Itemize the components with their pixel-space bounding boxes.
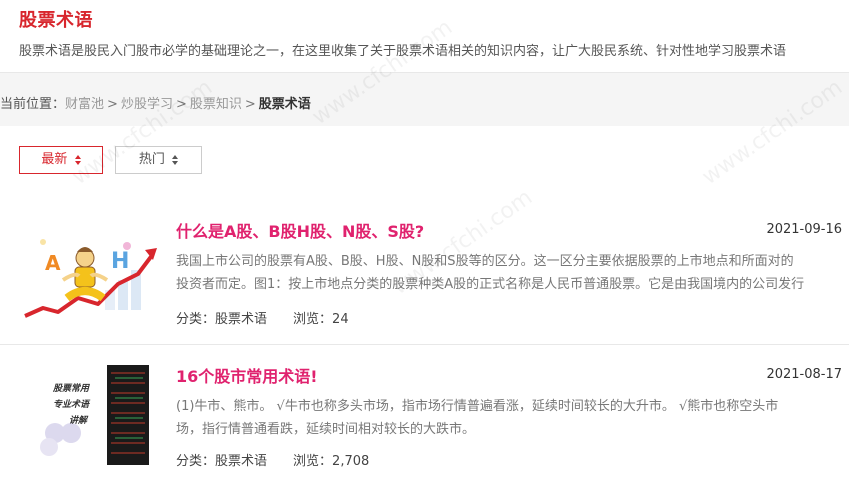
article-summary: (1)牛市、熊市。 √牛市也称多头市场，指市场行情普遍看涨，延续时间较长的大升市… [176,395,840,441]
sort-hot-button[interactable]: 热门 [115,146,202,174]
article-date: 2021-08-17 [766,367,842,382]
thumb-text-line: 讲解 [69,415,89,426]
views-count: 24 [332,312,349,327]
article-summary-line: 场，指行情普通看跌，延续时间相对较长的大跌市。 [176,422,476,437]
views-count: 2,708 [332,454,370,469]
article-date: 2021-09-16 [766,222,842,237]
stock-chart-thumbnail-icon: A H [23,220,157,326]
article-summary-line: 投资者而定。图1：按上市地点分类的股票种类A股的正式名称是人民币普通股票。它是由… [176,277,805,292]
article-title-link[interactable]: 什么是A股、B股H股、N股、S股? [176,218,424,242]
letter-h-icon: H [111,249,129,274]
article-summary-line: (1)牛市、熊市。 √牛市也称多头市场，指市场行情普遍看涨，延续时间较长的大升市… [176,399,779,414]
article-summary-line: 我国上市公司的股票有A股、B股、H股、N股和S股等的区分。这一区分主要依据股票的… [176,254,794,269]
letter-a-icon: A [45,251,61,275]
breadcrumb-link-knowledge[interactable]: 股票知识 [190,97,242,112]
article-meta: 分类：股票术语 浏览：2,708 [176,450,369,469]
breadcrumb-label: 当前位置： [0,97,66,112]
page-description: 股票术语是股民入门股市必学的基础理论之一，在这里收集了关于股票术语相关的知识内容… [19,44,787,59]
article-item: A H 什么是A股、B股H股、N股、S股? 2021-09-16 我国上市公司的… [0,210,849,345]
breadcrumb-separator: > [107,97,118,112]
breadcrumb: 当前位置：财富池 > 炒股学习 > 股票知识 > 股票术语 [0,93,311,112]
sort-latest-label: 最新 [41,152,68,167]
breadcrumb-link-learning[interactable]: 炒股学习 [121,97,173,112]
breadcrumb-link-home[interactable]: 财富池 [65,97,104,112]
breadcrumb-separator: > [244,97,256,112]
article-meta: 分类：股票术语 浏览：24 [176,308,349,327]
breadcrumb-separator: > [175,97,187,112]
breadcrumb-bar: 当前位置：财富池 > 炒股学习 > 股票知识 > 股票术语 [0,73,849,126]
article-summary: 我国上市公司的股票有A股、B股、H股、N股和S股等的区分。这一区分主要依据股票的… [176,250,840,296]
article-thumbnail[interactable]: 股票常用 专业术语 讲解 [23,361,157,467]
article-thumbnail[interactable]: A H [23,220,157,326]
article-title-link[interactable]: 16个股市常用术语! [176,363,318,387]
sort-arrows-icon [74,154,81,165]
thumb-text-line: 股票常用 [52,383,90,394]
thumb-text-line: 专业术语 [53,399,91,410]
category-link[interactable]: 股票术语 [215,454,267,469]
terminology-book-thumbnail-icon: 股票常用 专业术语 讲解 [23,361,157,467]
breadcrumb-current: 股票术语 [258,97,311,112]
category-label: 分类： [176,454,216,469]
sort-latest-button[interactable]: 最新 [19,146,103,174]
sort-hot-label: 热门 [138,152,165,167]
article-item: 股票常用 专业术语 讲解 16个股市常用术语! 2021-08-17 (1)牛市… [0,355,849,475]
views-label: 浏览： [293,312,333,327]
category-label: 分类： [176,312,216,327]
views-label: 浏览： [293,454,333,469]
sort-arrows-icon [172,154,179,165]
category-link[interactable]: 股票术语 [215,312,267,327]
page-header: 股票术语 股票术语是股民入门股市必学的基础理论之一，在这里收集了关于股票术语相关… [0,0,849,73]
page-title: 股票术语 [19,10,93,31]
